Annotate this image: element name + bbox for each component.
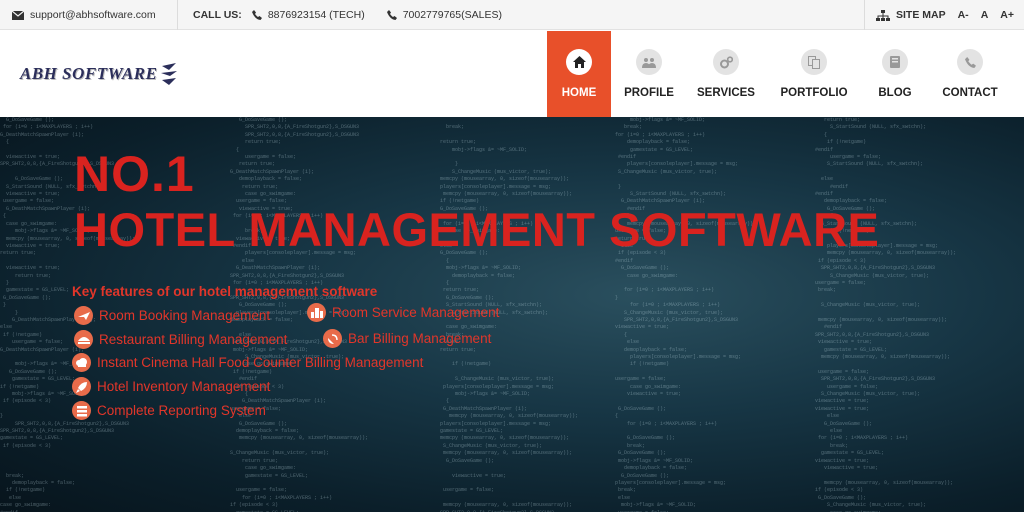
code-background: return true; S_StartSound (NULL, sfx_swt… bbox=[815, 117, 957, 512]
feature-label: Room Booking Management bbox=[99, 308, 271, 323]
site-header: ABH SOFTWARE HOME PROFILE SERVICES PORTF… bbox=[0, 31, 1024, 117]
feature-label: Instant Cinema Hall Food Counter Billing… bbox=[97, 355, 424, 370]
phone-tech[interactable]: 8876923154 (TECH) bbox=[268, 9, 365, 21]
users-icon bbox=[636, 49, 662, 75]
divider bbox=[177, 0, 178, 30]
font-normal-button[interactable]: A bbox=[981, 9, 989, 21]
font-smaller-button[interactable]: A- bbox=[958, 9, 969, 21]
email-contact[interactable]: support@abhsoftware.com bbox=[12, 0, 156, 30]
nav-contact-label: CONTACT bbox=[942, 87, 998, 99]
nav-blog[interactable]: BLOG bbox=[863, 31, 927, 117]
feature-restaurant-billing[interactable]: Restaurant Billing Management bbox=[74, 330, 287, 349]
top-bar: support@abhsoftware.com CALL US: 8876923… bbox=[0, 0, 1024, 30]
sitemap-icon bbox=[876, 9, 890, 21]
nav-home[interactable]: HOME bbox=[547, 31, 611, 117]
feature-room-booking[interactable]: Room Booking Management bbox=[74, 306, 270, 325]
phone-icon bbox=[957, 49, 983, 75]
sitemap-link[interactable]: SITE MAP bbox=[896, 9, 946, 21]
nav-portfolio[interactable]: PORTFOLIO bbox=[765, 31, 863, 117]
feature-label: Complete Reporting System bbox=[97, 403, 266, 418]
divider bbox=[864, 0, 865, 30]
phone-sales[interactable]: 7002779765(SALES) bbox=[403, 9, 502, 21]
hero-banner: G_DoSaveGame (); for (i=0 ; i<MAXPLAYERS… bbox=[0, 117, 1024, 512]
book-icon bbox=[882, 49, 908, 75]
hero-title-line2: HOTEL MANAGEMENT SOFTWARE bbox=[74, 203, 880, 256]
feature-label: Restaurant Billing Management bbox=[99, 332, 288, 347]
code-background: mobj->flags &= ~MF_SOLID; break; for (i=… bbox=[615, 117, 757, 512]
site-tools: SITE MAP A- A A+ bbox=[876, 0, 1014, 30]
plane-icon bbox=[74, 306, 93, 325]
documents-icon bbox=[801, 49, 827, 75]
features-heading: Key features of our hotel management sof… bbox=[72, 284, 378, 299]
nav-home-label: HOME bbox=[561, 87, 597, 99]
stack-icon bbox=[72, 401, 91, 420]
nav-blog-label: BLOG bbox=[878, 87, 912, 99]
phone-icon bbox=[251, 10, 262, 20]
feature-reporting[interactable]: Complete Reporting System bbox=[72, 401, 266, 420]
logo-text: ABH SOFTWARE bbox=[20, 64, 158, 83]
nav-portfolio-label: PORTFOLIO bbox=[780, 87, 848, 99]
satellite-icon bbox=[323, 329, 342, 348]
feature-label: Bar Billing Management bbox=[348, 331, 492, 346]
nav-contact[interactable]: CONTACT bbox=[927, 31, 1013, 117]
logo-mark-icon bbox=[161, 63, 178, 85]
main-nav: HOME PROFILE SERVICES PORTFOLIO BLOG CON… bbox=[547, 31, 1013, 117]
hero-title-line1: NO.1 bbox=[74, 146, 195, 202]
feature-bar-billing[interactable]: Bar Billing Management bbox=[323, 329, 491, 348]
feature-room-service[interactable]: Room Service Management bbox=[307, 303, 499, 322]
feature-inventory[interactable]: Hotel Inventory Management bbox=[72, 377, 270, 396]
feature-label: Room Service Management bbox=[332, 305, 500, 320]
logo[interactable]: ABH SOFTWARE bbox=[20, 61, 178, 87]
food-icon bbox=[74, 330, 93, 349]
envelope-icon bbox=[12, 10, 24, 20]
font-larger-button[interactable]: A+ bbox=[1000, 9, 1014, 21]
call-label: CALL US: bbox=[193, 9, 242, 21]
feature-cinema-billing[interactable]: Instant Cinema Hall Food Counter Billing… bbox=[72, 353, 423, 372]
email-text[interactable]: support@abhsoftware.com bbox=[30, 9, 156, 21]
nav-services[interactable]: SERVICES bbox=[687, 31, 765, 117]
rocket-icon bbox=[72, 377, 91, 396]
phone-contacts: CALL US: 8876923154 (TECH) 7002779765(SA… bbox=[193, 0, 502, 30]
home-icon bbox=[566, 49, 592, 75]
nav-profile-label: PROFILE bbox=[624, 87, 674, 99]
nav-services-label: SERVICES bbox=[697, 87, 755, 99]
gears-icon bbox=[713, 49, 739, 75]
phone-icon bbox=[386, 10, 397, 20]
cloud-icon bbox=[72, 353, 91, 372]
building-icon bbox=[307, 303, 326, 322]
nav-profile[interactable]: PROFILE bbox=[611, 31, 687, 117]
feature-label: Hotel Inventory Management bbox=[97, 379, 271, 394]
